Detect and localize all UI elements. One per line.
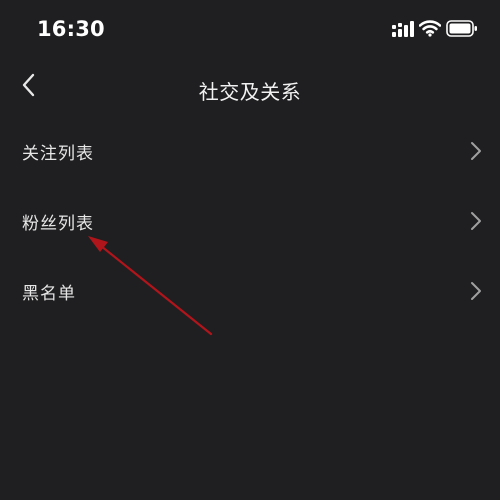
list-item-followers[interactable]: 粉丝列表 xyxy=(0,186,500,256)
list-item-following[interactable]: 关注列表 xyxy=(0,116,500,186)
nav-bar: 社交及关系 xyxy=(0,62,500,114)
signal-icon xyxy=(392,21,414,37)
list-item-blacklist[interactable]: 黑名单 xyxy=(0,256,500,326)
list-item-label: 关注列表 xyxy=(22,144,94,164)
wifi-icon xyxy=(418,19,442,37)
list-item-label: 粉丝列表 xyxy=(22,214,94,234)
settings-list: 关注列表 粉丝列表 黑名单 xyxy=(0,116,500,326)
status-time: 16:30 xyxy=(37,17,105,41)
status-bar: 16:30 xyxy=(0,0,500,60)
battery-icon xyxy=(446,20,478,38)
chevron-right-icon xyxy=(469,210,483,232)
list-item-label: 黑名单 xyxy=(22,284,76,304)
chevron-right-icon xyxy=(469,140,483,162)
status-icons xyxy=(392,18,482,42)
page-title: 社交及关系 xyxy=(198,80,302,104)
chevron-right-icon xyxy=(469,280,483,302)
